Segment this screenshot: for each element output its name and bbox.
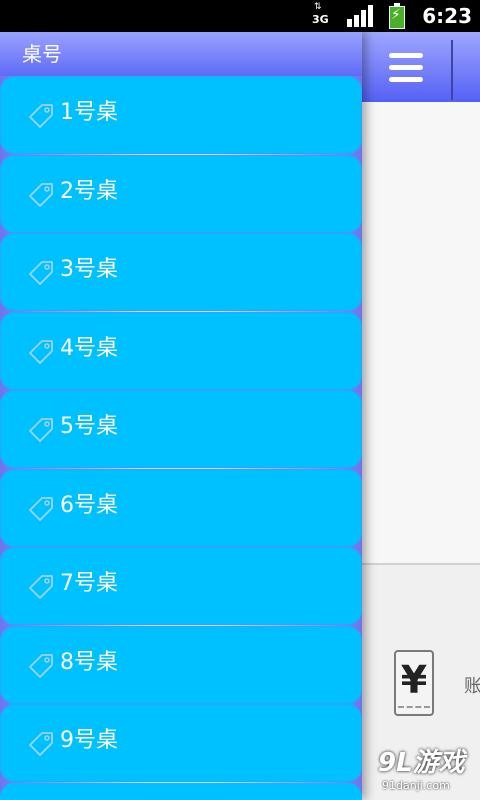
main-panel [360,102,480,565]
drawer-header: 桌号 [0,32,362,76]
table-item-4[interactable]: 4号桌 [0,312,362,390]
table-item-6[interactable]: 6号桌 [0,469,362,547]
watermark-brand: 9L游戏 [378,748,465,778]
clock: 6:23 [422,4,472,28]
yen-receipt-icon[interactable]: ¥ [394,650,434,716]
main-toolbar [360,32,480,102]
table-item-3[interactable]: 3号桌 [0,233,362,311]
table-list: 1号桌 2号桌 3号桌 4号桌 5号桌 6号桌 7号桌 8号桌 9号桌 [0,76,362,800]
table-item-partial[interactable] [0,783,362,800]
toolbar-divider [451,40,453,100]
data-arrows-icon: ⇅ [314,2,322,12]
tag-icon [29,497,53,521]
bill-label[interactable]: 账 [464,672,480,698]
hamburger-menu-icon[interactable] [376,42,436,92]
tag-icon [29,732,53,756]
table-item-9[interactable]: 9号桌 [0,704,362,782]
table-item-label: 9号桌 [60,728,118,753]
table-item-label: 5号桌 [60,414,118,439]
table-item-label: 2号桌 [60,179,118,204]
table-drawer: 桌号 1号桌 2号桌 3号桌 4号桌 5号桌 6号桌 7号桌 8号桌 9号桌 [0,32,362,800]
network-type-label: 3G [312,13,329,26]
tag-icon [29,340,53,364]
tag-icon [29,575,53,599]
network-3g-icon: ⇅ 3G [312,3,330,27]
drawer-title: 桌号 [22,42,62,66]
table-item-label: 4号桌 [60,336,118,361]
table-item-7[interactable]: 7号桌 [0,547,362,625]
table-item-1[interactable]: 1号桌 [0,76,362,154]
tag-icon [29,104,53,128]
table-item-2[interactable]: 2号桌 [0,155,362,233]
tag-icon [29,183,53,207]
tag-icon [29,261,53,285]
table-item-label: 3号桌 [60,257,118,282]
table-item-label: 8号桌 [60,650,118,675]
table-item-label: 1号桌 [60,100,118,125]
table-item-label: 7号桌 [60,571,118,596]
tag-icon [29,654,53,678]
table-item-label: 6号桌 [60,493,118,518]
table-item-8[interactable]: 8号桌 [0,626,362,704]
status-bar: ⇅ 3G ⚡ 6:23 [0,0,480,32]
watermark-logo: 9L游戏 91danji.com [376,746,480,800]
watermark-site: 91danji.com [382,779,450,792]
tag-icon [29,418,53,442]
table-item-5[interactable]: 5号桌 [0,390,362,468]
battery-charging-icon: ⚡ [389,3,405,29]
signal-strength-icon [347,5,373,27]
